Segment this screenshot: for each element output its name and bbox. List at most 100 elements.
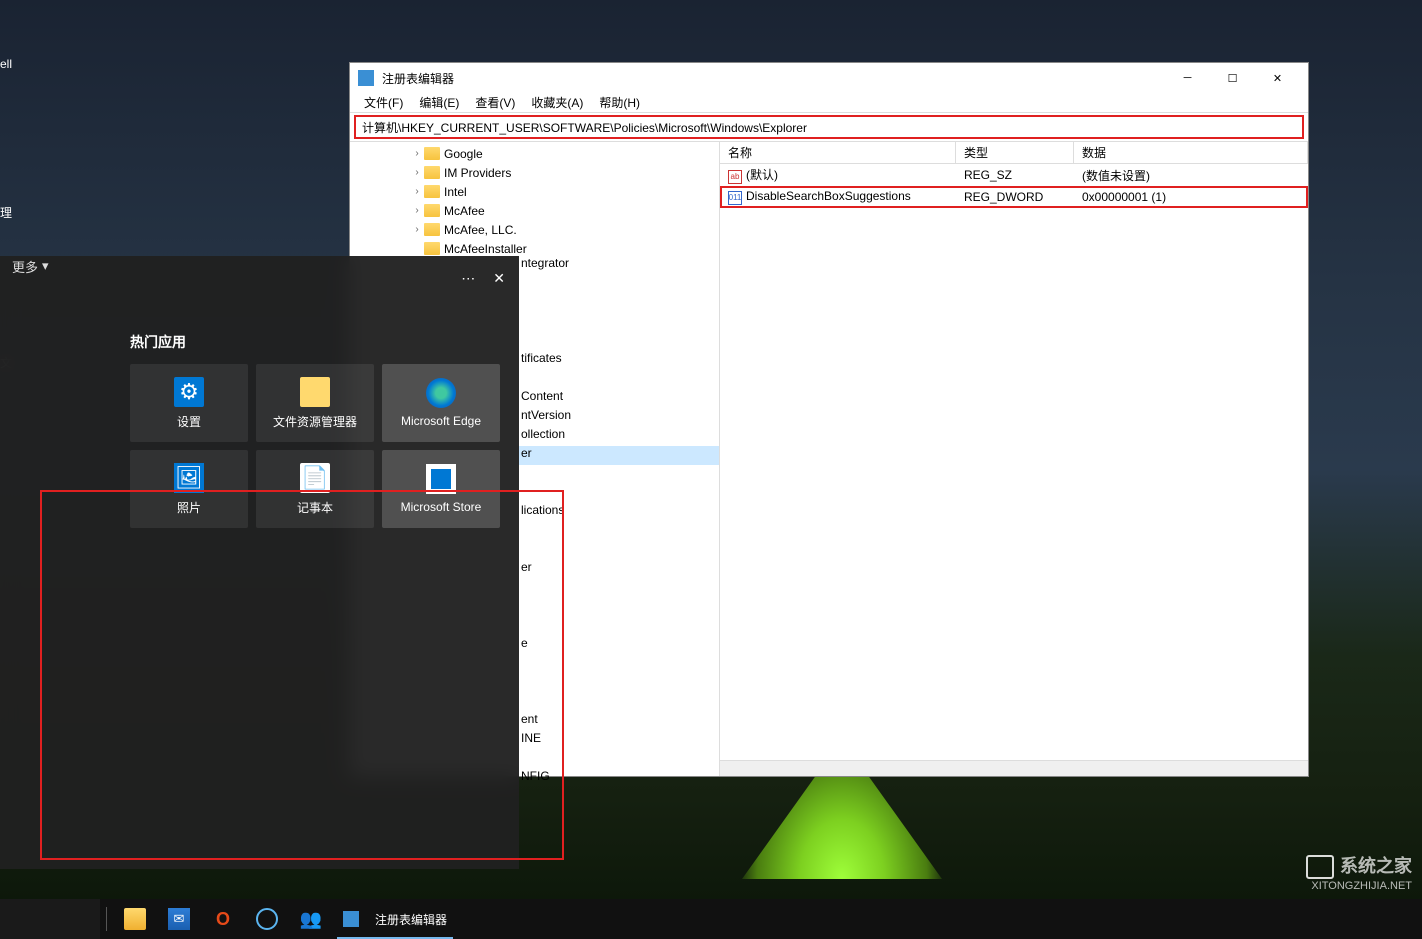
values-header: 名称 类型 数据 bbox=[720, 142, 1308, 164]
mail-icon: ✉ bbox=[168, 908, 190, 930]
col-type[interactable]: 类型 bbox=[956, 142, 1074, 163]
value-name: (默认) bbox=[746, 168, 778, 182]
col-data[interactable]: 数据 bbox=[1074, 142, 1308, 163]
col-name[interactable]: 名称 bbox=[720, 142, 956, 163]
app-tile-edge[interactable]: Microsoft Edge bbox=[382, 364, 500, 442]
regedit-values-pane: 名称 类型 数据 ab(默认)REG_SZ(数值未设置)011DisableSe… bbox=[720, 142, 1308, 776]
tree-node[interactable]: › Google bbox=[350, 144, 719, 163]
tree-node-fragment bbox=[519, 693, 719, 712]
folder-icon bbox=[424, 166, 440, 179]
menu-view[interactable]: 查看(V) bbox=[467, 92, 523, 113]
taskbar-file-explorer[interactable] bbox=[113, 899, 157, 939]
tile-label: 设置 bbox=[177, 413, 201, 430]
window-controls: ─ ☐ ✕ bbox=[1165, 63, 1300, 93]
menu-help[interactable]: 帮助(H) bbox=[591, 92, 648, 113]
horizontal-scrollbar[interactable] bbox=[720, 760, 1308, 776]
more-dropdown[interactable]: 更多 ▾ bbox=[12, 257, 49, 276]
menu-file[interactable]: 文件(F) bbox=[356, 92, 411, 113]
app-tile-photos[interactable]: 🖼 照片 bbox=[130, 450, 248, 528]
tree-node-fragment bbox=[519, 750, 719, 769]
tree-node-fragment: Content bbox=[519, 389, 719, 408]
tile-grid: ⚙设置文件资源管理器 Microsoft Edge 🖼 照片 📄记事本Microsoft… bbox=[130, 364, 519, 528]
values-body[interactable]: ab(默认)REG_SZ(数值未设置)011DisableSearchBoxSu… bbox=[720, 164, 1308, 760]
regedit-title: 注册表编辑器 bbox=[382, 70, 1165, 87]
taskbar-office[interactable]: O bbox=[201, 899, 245, 939]
registry-value-row[interactable]: 011DisableSearchBoxSuggestionsREG_DWORD0… bbox=[720, 186, 1308, 208]
tree-node-fragment bbox=[519, 370, 719, 389]
maximize-button[interactable]: ☐ bbox=[1210, 63, 1255, 93]
menu-favorites[interactable]: 收藏夹(A) bbox=[523, 92, 591, 113]
app-tile-store[interactable]: Microsoft Store bbox=[382, 450, 500, 528]
tile-label: Microsoft Edge bbox=[401, 414, 481, 428]
app-tile-explorer[interactable]: 文件资源管理器 bbox=[256, 364, 374, 442]
tree-node-fragment: tificates bbox=[519, 351, 719, 370]
folder-icon bbox=[424, 204, 440, 217]
app-tile-notepad[interactable]: 📄记事本 bbox=[256, 450, 374, 528]
tree-node-fragment bbox=[519, 598, 719, 617]
regedit-app-icon bbox=[343, 911, 359, 927]
taskbar-mail[interactable]: ✉ bbox=[157, 899, 201, 939]
edge-icon bbox=[426, 378, 456, 408]
regedit-menubar: 文件(F) 编辑(E) 查看(V) 收藏夹(A) 帮助(H) bbox=[350, 93, 1308, 113]
folder-icon bbox=[300, 377, 330, 407]
start-top-right: ⋯ ✕ bbox=[461, 270, 505, 287]
taskbar-running-regedit[interactable]: 注册表编辑器 bbox=[333, 899, 457, 939]
tile-label: 记事本 bbox=[297, 499, 333, 516]
taskbar-cortana[interactable] bbox=[245, 899, 289, 939]
tree-node-fragment: ntVersion bbox=[519, 408, 719, 427]
more-options-button[interactable]: ⋯ bbox=[461, 270, 475, 287]
folder-icon bbox=[424, 242, 440, 255]
regedit-titlebar[interactable]: 注册表编辑器 ─ ☐ ✕ bbox=[350, 63, 1308, 93]
watermark-url: XITONGZHIJIA.NET bbox=[1306, 879, 1412, 893]
tree-node-fragment bbox=[519, 275, 719, 294]
tree-node-fragment: ent bbox=[519, 712, 719, 731]
house-icon bbox=[1306, 855, 1334, 879]
tree-expander-icon[interactable]: › bbox=[410, 167, 424, 178]
close-button[interactable]: ✕ bbox=[1255, 63, 1300, 93]
folder-icon bbox=[424, 185, 440, 198]
tree-expander-icon[interactable]: › bbox=[410, 205, 424, 216]
photos-icon: 🖼 bbox=[174, 463, 204, 493]
tree-node-fragment: NFIG bbox=[519, 769, 719, 788]
regedit-app-icon bbox=[358, 70, 374, 86]
tree-node-fragment bbox=[519, 541, 719, 560]
registry-value-row[interactable]: ab(默认)REG_SZ(数值未设置) bbox=[720, 164, 1308, 186]
app-tile-settings[interactable]: ⚙设置 bbox=[130, 364, 248, 442]
tree-node-fragment bbox=[519, 465, 719, 484]
tree-expander-icon[interactable]: › bbox=[410, 148, 424, 159]
chevron-down-icon: ▾ bbox=[42, 258, 49, 274]
tree-expander-icon[interactable]: › bbox=[410, 224, 424, 235]
start-header: 更多 ▾ bbox=[0, 256, 519, 276]
desktop-icon-fragment: 理 bbox=[0, 150, 30, 225]
taskbar-divider bbox=[106, 907, 107, 931]
tree-node[interactable]: ›McAfee bbox=[350, 201, 719, 220]
regedit-address-bar[interactable]: 计算机\HKEY_CURRENT_USER\SOFTWARE\Policies\… bbox=[354, 115, 1304, 139]
watermark-logo: 系统之家 bbox=[1306, 855, 1412, 879]
minimize-button[interactable]: ─ bbox=[1165, 63, 1210, 93]
regedit-address-text: 计算机\HKEY_CURRENT_USER\SOFTWARE\Policies\… bbox=[362, 119, 807, 136]
tree-node-label: Google bbox=[444, 147, 483, 161]
taskbar-teams[interactable]: 👥 bbox=[289, 899, 333, 939]
tile-label: 照片 bbox=[177, 499, 201, 516]
close-icon[interactable]: ✕ bbox=[493, 270, 505, 287]
tree-node-fragment: INE bbox=[519, 731, 719, 750]
folder-icon bbox=[124, 908, 146, 930]
start-search-panel: 更多 ▾ ⋯ ✕ 热门应用 ⚙设置文件资源管理器 Microsoft Edge 🖼 照… bbox=[0, 256, 519, 869]
popular-apps-label: 热门应用 bbox=[0, 276, 519, 364]
tree-node-fragment bbox=[519, 522, 719, 541]
tree-expander-icon[interactable]: › bbox=[410, 186, 424, 197]
value-name: DisableSearchBoxSuggestions bbox=[746, 189, 911, 203]
tree-node-fragment bbox=[519, 332, 719, 351]
tree-node[interactable]: ›McAfee, LLC. bbox=[350, 220, 719, 239]
tree-node-label: IM Providers bbox=[444, 166, 511, 180]
tree-node[interactable]: › IM Providers bbox=[350, 163, 719, 182]
tree-node-selected-fragment: er bbox=[519, 446, 719, 465]
tree-node-fragment: er bbox=[519, 560, 719, 579]
tree-node-fragment bbox=[519, 294, 719, 313]
tree-node-fragment: e bbox=[519, 636, 719, 655]
tree-node[interactable]: › Intel bbox=[350, 182, 719, 201]
tree-node-label: McAfeeInstaller bbox=[444, 242, 527, 256]
menu-edit[interactable]: 编辑(E) bbox=[411, 92, 467, 113]
value-data: (数值未设置) bbox=[1074, 165, 1308, 186]
tree-node-label: Intel bbox=[444, 185, 467, 199]
